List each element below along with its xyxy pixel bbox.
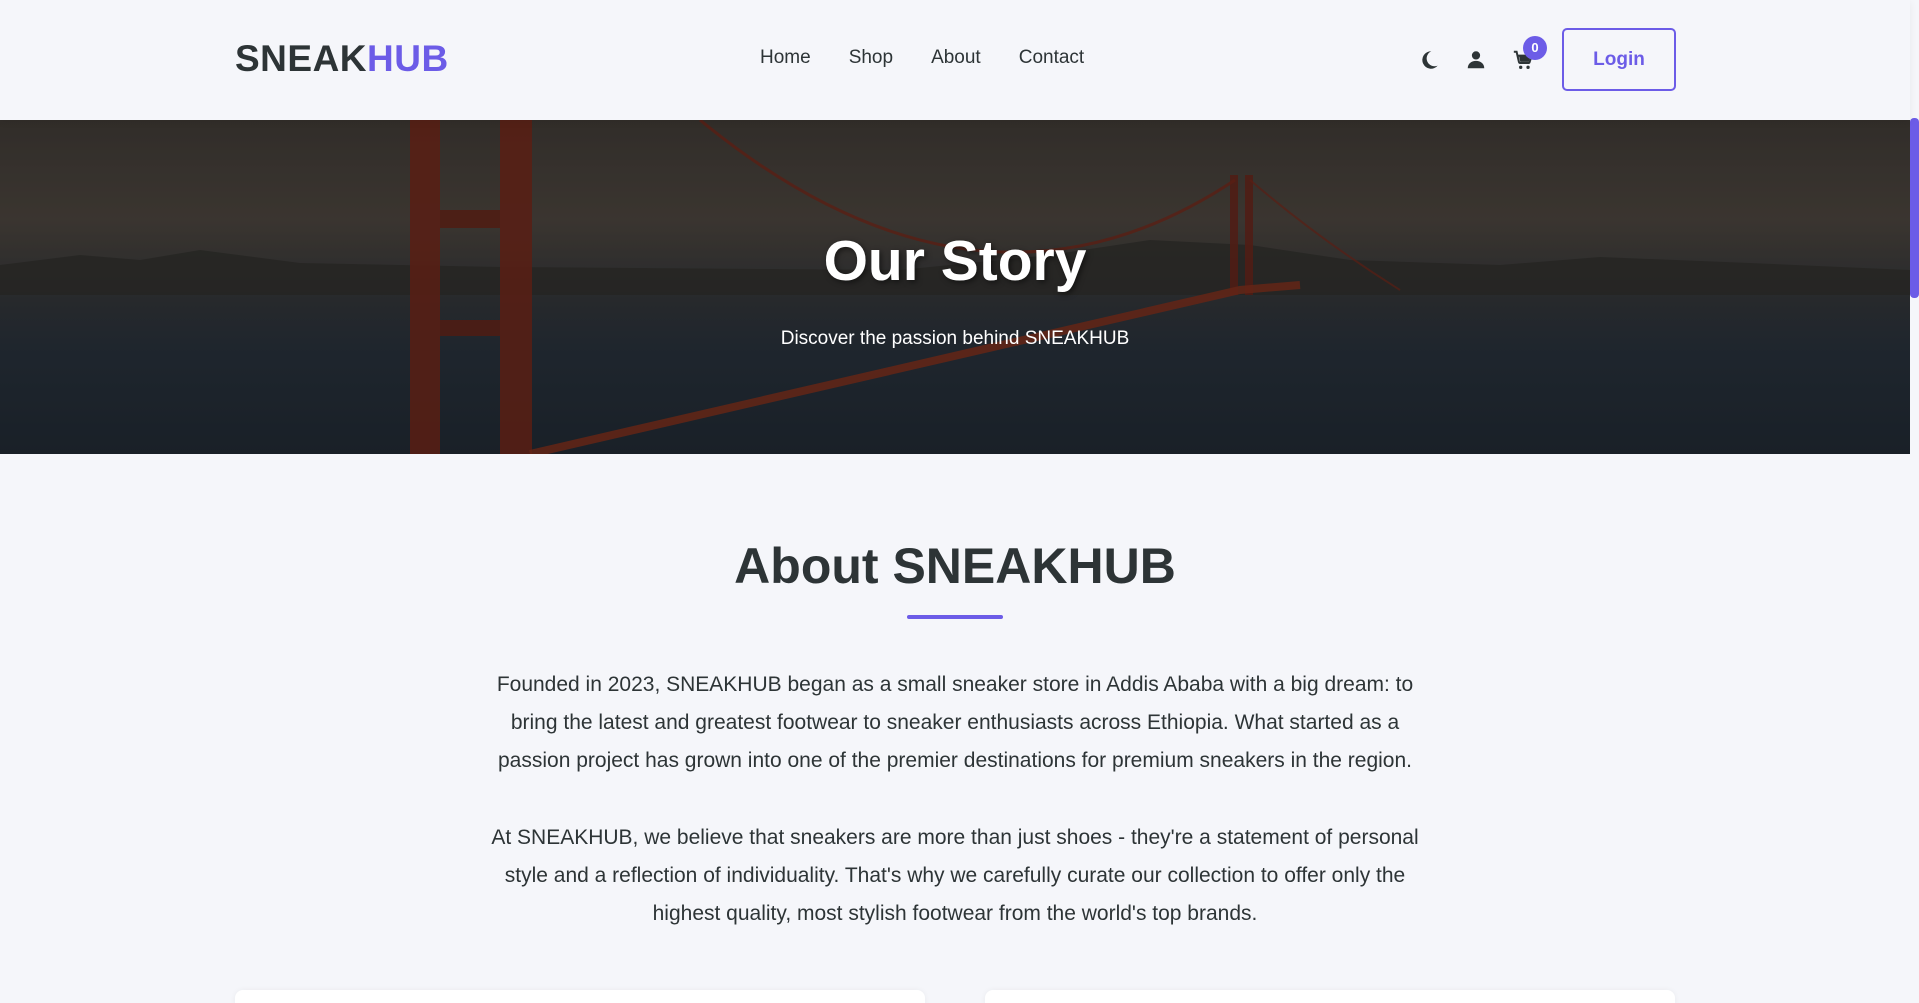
nav-link-shop[interactable]: Shop [849,47,893,69]
navbar: SNEAKHUB Home Shop About Contact 0 Login [0,0,1910,120]
about-title: About SNEAKHUB [734,538,1176,594]
page: SNEAKHUB Home Shop About Contact 0 Login… [0,0,1919,1003]
main-nav: Home Shop About Contact [760,47,1084,69]
cart-count-badge: 0 [1523,35,1547,60]
moon-icon [1422,50,1438,69]
user-icon [1467,50,1485,68]
login-button[interactable]: Login [1562,28,1676,91]
hero-subtitle: Discover the passion behind SNEAKHUB [780,328,1130,349]
title-underline-divider [907,615,1003,619]
about-paragraph-2: At SNEAKHUB, we believe that sneakers ar… [491,826,1419,925]
brand-logo-part1: SNEAK [235,38,368,79]
nav-actions: 0 Login [1415,28,1676,91]
about-paragraph-1: Founded in 2023, SNEAKHUB began as a sma… [496,673,1414,772]
cart-button[interactable]: 0 [1509,35,1547,74]
brand-logo[interactable]: SNEAKHUB [235,38,449,80]
theme-toggle-button[interactable] [1415,46,1443,74]
scrollbar-thumb[interactable] [1910,118,1919,298]
hero-banner: Our Story Discover the passion behind SN… [0,120,1910,454]
feature-card [985,990,1675,1003]
hero-title: Our Story [823,229,1087,293]
nav-link-home[interactable]: Home [760,47,811,69]
nav-link-about[interactable]: About [931,47,981,69]
brand-logo-part2: HUB [367,38,449,79]
nav-link-contact[interactable]: Contact [1019,47,1084,69]
account-button[interactable] [1462,46,1490,74]
feature-card [235,990,925,1003]
